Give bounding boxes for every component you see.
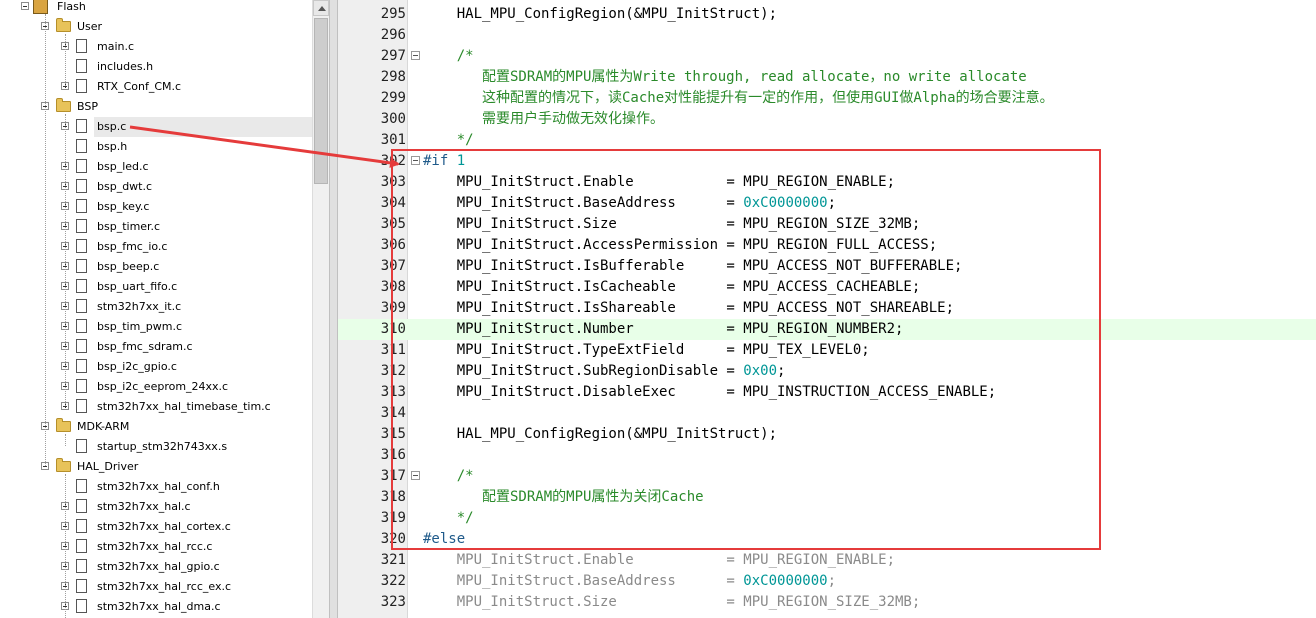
annotation-arrow-icon: [129, 125, 400, 168]
